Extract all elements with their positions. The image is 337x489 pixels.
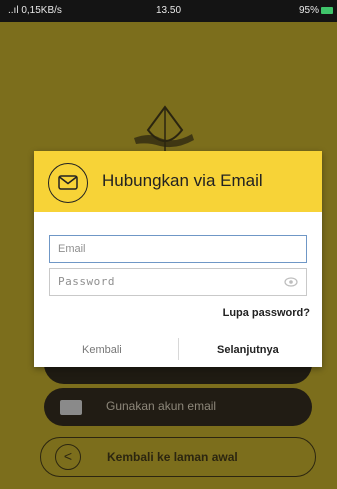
battery-icon (321, 7, 333, 14)
envelope-icon (48, 163, 88, 203)
clock: 13.50 (156, 5, 182, 16)
next-button[interactable]: Selanjutnya (217, 344, 279, 356)
actions-divider (178, 338, 179, 360)
chevron-left-icon: < (55, 444, 81, 470)
dialog-header: Hubungkan via Email (34, 151, 322, 212)
email-login-dialog: Hubungkan via Email Email Password Lupa … (34, 151, 322, 367)
use-email-account-label: Gunakan akun email (106, 399, 217, 413)
forgot-password-link[interactable]: Lupa password? (223, 307, 310, 319)
mail-icon (60, 400, 82, 415)
use-email-account-button: Gunakan akun email (44, 388, 312, 426)
back-to-home-button: < Kembali ke laman awal (40, 437, 316, 477)
eye-icon[interactable] (284, 277, 298, 287)
email-input[interactable]: Email (49, 235, 307, 263)
network-speed: ..ıl 0,15KB/s (8, 5, 62, 16)
password-placeholder: Password (58, 275, 115, 288)
back-to-home-label: Kembali ke laman awal (107, 450, 238, 464)
back-button[interactable]: Kembali (82, 344, 122, 356)
dialog-title: Hubungkan via Email (102, 171, 263, 190)
status-bar: ..ıl 0,15KB/s 13.50 95% (0, 0, 337, 22)
battery-percent: 95% (298, 5, 319, 16)
password-input[interactable]: Password (49, 268, 307, 296)
